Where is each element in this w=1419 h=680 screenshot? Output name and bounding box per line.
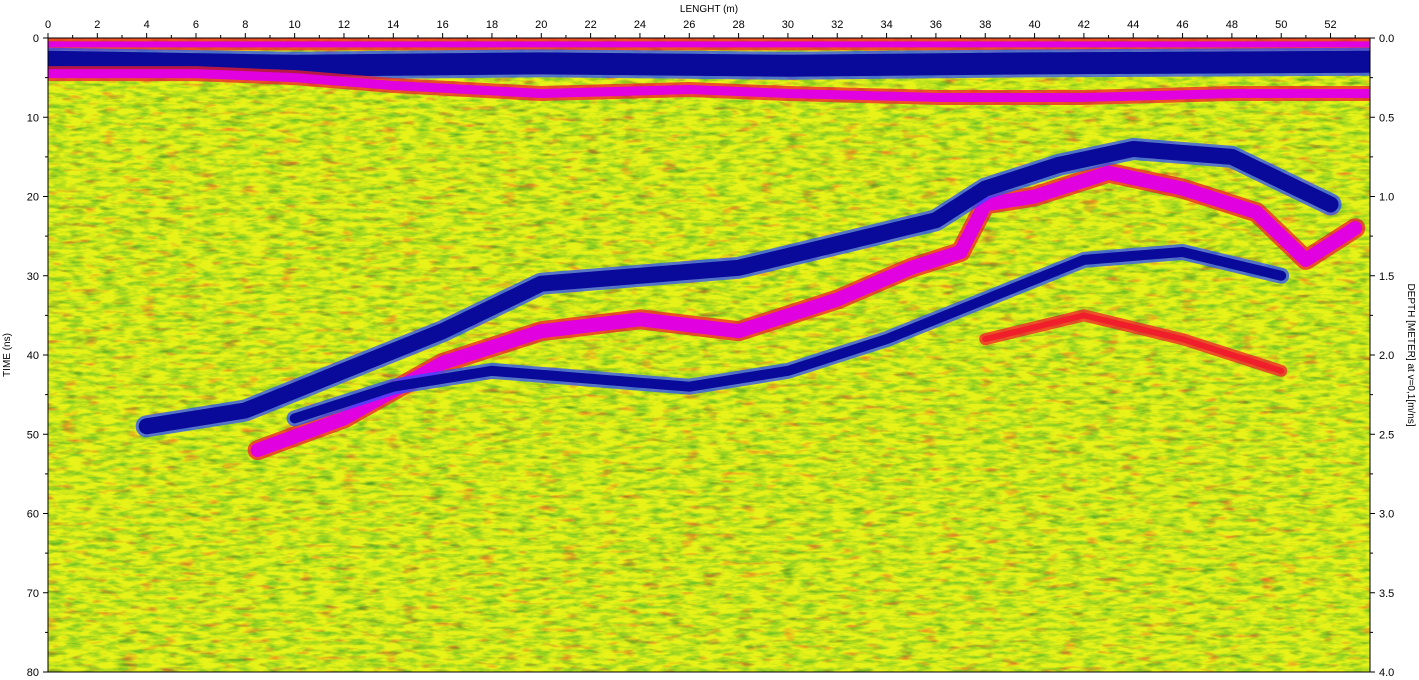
x-tick-label: 0 [45, 19, 51, 31]
x-tick-label: 12 [338, 19, 350, 31]
plot-area [48, 38, 1370, 672]
x-tick-label: 8 [242, 19, 248, 31]
x-axis-top: 0 2 4 6 8 10 12 14 16 18 20 22 24 26 28 30 32 34 36 38 40 42 4… [45, 19, 1356, 38]
x-tick-label: 40 [1028, 19, 1040, 31]
y-left-tick-label: 40 [27, 350, 39, 362]
x-tick-label: 18 [486, 19, 498, 31]
x-tick-label: 46 [1176, 19, 1188, 31]
radargram-chart: 0 2 4 6 8 10 12 14 16 18 20 22 24 26 28 30 32 34 36 38 40 42 4… [2, 4, 1416, 679]
y-left-tick-label: 50 [27, 429, 39, 441]
x-tick-label: 20 [535, 19, 547, 31]
x-tick-label: 16 [437, 19, 449, 31]
y-right-tick-label: 3.5 [1379, 588, 1394, 600]
x-tick-label: 44 [1127, 19, 1139, 31]
x-tick-label: 10 [289, 19, 301, 31]
x-tick-label: 6 [193, 19, 199, 31]
x-tick-label: 50 [1275, 19, 1287, 31]
y-right-tick-label: 2.5 [1379, 429, 1394, 441]
x-tick-label: 26 [683, 19, 695, 31]
y-left-tick-label: 70 [27, 588, 39, 600]
y-right-tick-label: 1.0 [1379, 192, 1394, 204]
y-axis-left: 0 10 20 30 40 50 60 70 80 [27, 33, 48, 679]
y-right-tick-label: 2.0 [1379, 350, 1394, 362]
y-left-tick-label: 10 [27, 112, 39, 124]
y-right-tick-label: 0.5 [1379, 112, 1394, 124]
x-tick-label: 14 [387, 19, 399, 31]
x-tick-label: 42 [1078, 19, 1090, 31]
x-tick-label: 36 [930, 19, 942, 31]
y-left-tick-label: 30 [27, 271, 39, 283]
x-tick-label: 32 [831, 19, 843, 31]
x-tick-label: 48 [1226, 19, 1238, 31]
x-tick-label: 4 [144, 19, 150, 31]
y-axis-right-label: DEPTH [METER] at v=0,1[m/ns] [1405, 283, 1416, 426]
y-axis-right: 0.0 0.5 1.0 1.5 2.0 2.5 3.0 3.5 4.0 [1370, 33, 1394, 679]
x-tick-label: 2 [94, 19, 100, 31]
y-left-tick-label: 20 [27, 192, 39, 204]
x-tick-label: 24 [634, 19, 646, 31]
y-right-tick-label: 1.5 [1379, 271, 1394, 283]
y-axis-left-label: TIME (ns) [2, 333, 13, 377]
y-right-tick-label: 4.0 [1379, 667, 1394, 679]
air-wave-reflector [48, 50, 1370, 77]
x-tick-label: 52 [1324, 19, 1336, 31]
x-axis-label: LENGHT (m) [680, 4, 738, 15]
x-tick-label: 28 [732, 19, 744, 31]
y-right-tick-label: 0.0 [1379, 33, 1394, 45]
x-tick-label: 34 [880, 19, 892, 31]
y-left-tick-label: 0 [33, 33, 39, 45]
y-right-tick-label: 3.0 [1379, 509, 1394, 521]
y-left-tick-label: 60 [27, 509, 39, 521]
y-left-tick-label: 80 [27, 667, 39, 679]
texture-darkgreen [48, 38, 1370, 672]
x-tick-label: 30 [782, 19, 794, 31]
x-tick-label: 38 [979, 19, 991, 31]
x-tick-label: 22 [584, 19, 596, 31]
